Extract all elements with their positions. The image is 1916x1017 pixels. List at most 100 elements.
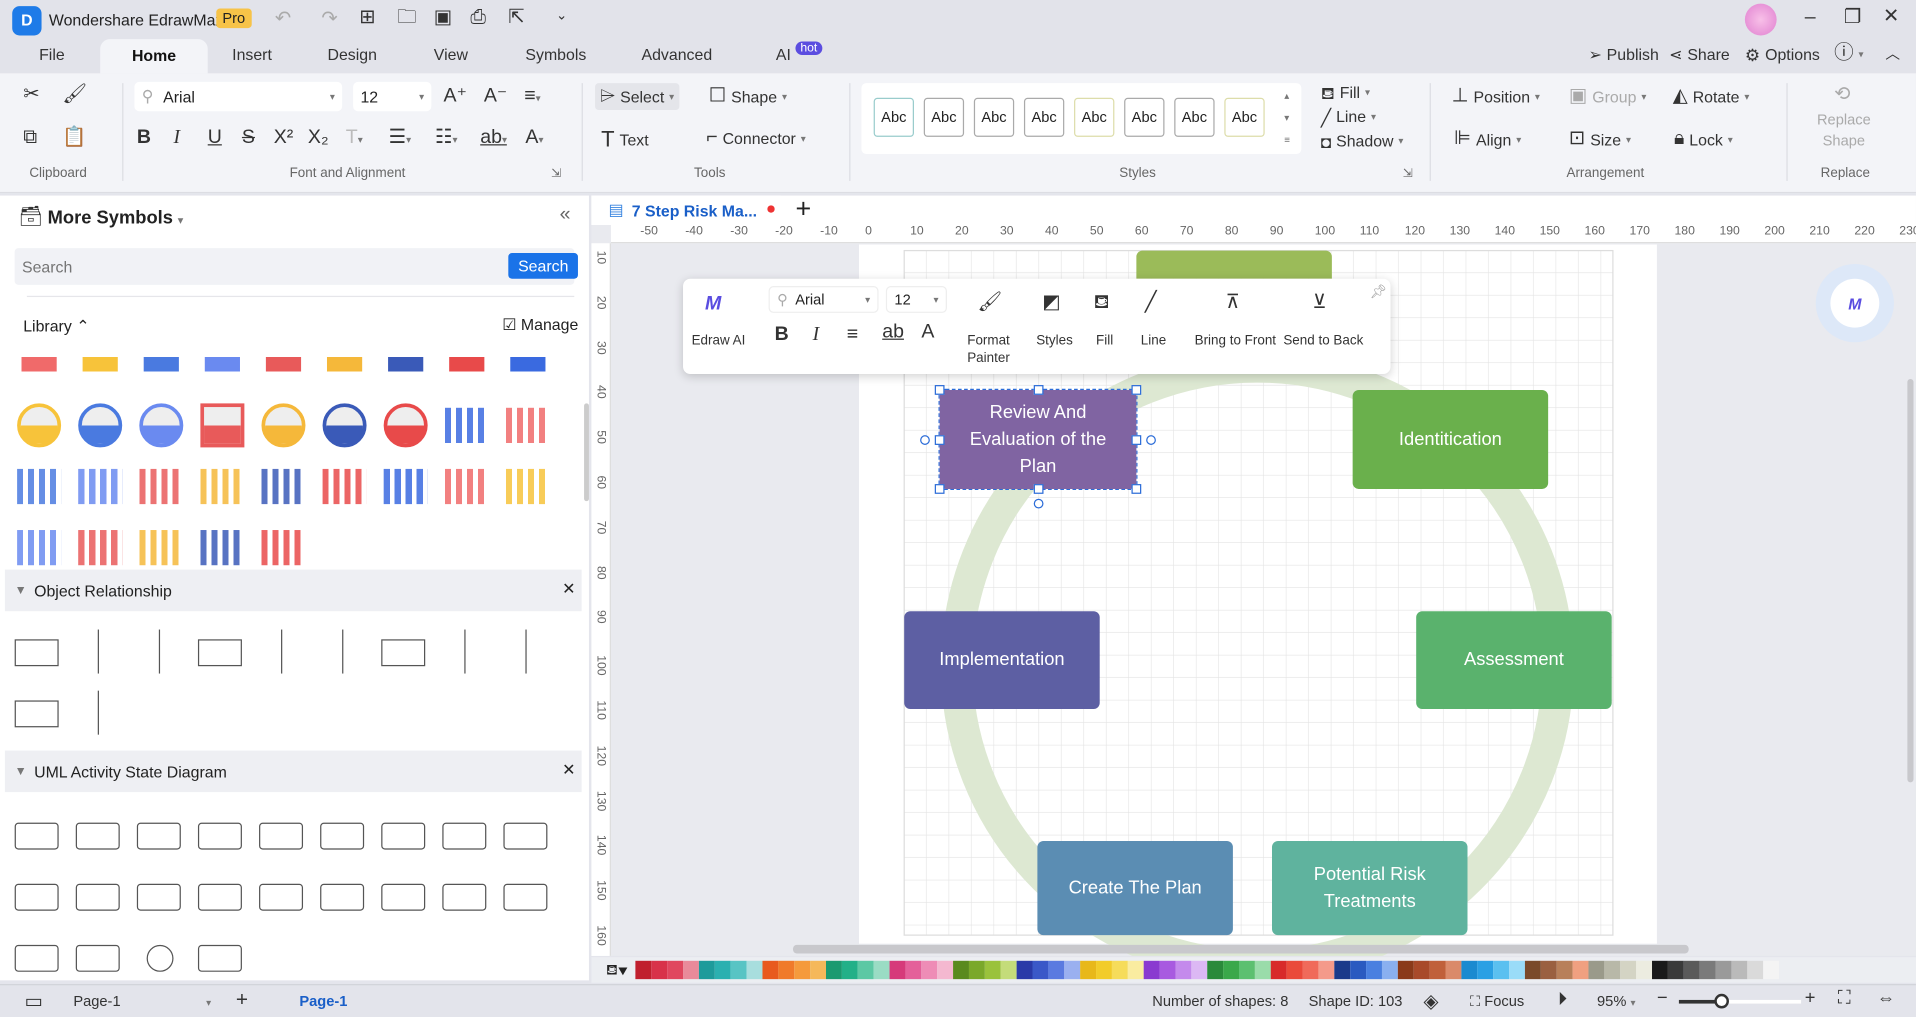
send-to-back-button[interactable]: Send to Back [1282,332,1365,349]
resize-handle[interactable] [1131,484,1142,494]
fit-page-icon[interactable]: ⛶ [1838,988,1851,1009]
fill-button[interactable]: Fill [1086,332,1123,349]
line-icon[interactable]: ╱ [1145,293,1157,313]
color-swatch[interactable] [984,960,1001,980]
color-swatch[interactable] [1270,960,1287,980]
resize-handle[interactable] [934,434,945,445]
uml-symbol[interactable] [75,944,120,972]
connection-point[interactable] [920,434,930,445]
color-swatch[interactable] [1652,960,1668,980]
scroll-up-icon[interactable]: ▴ [1284,90,1289,101]
float-size-select[interactable]: 12 ▾ [885,286,947,313]
redo-icon[interactable]: ↷ [321,9,337,30]
minimize-icon[interactable]: – [1805,8,1816,29]
color-swatch[interactable] [1016,960,1032,980]
library-symbol[interactable] [322,403,367,448]
connector-tool[interactable]: ⌐ Connector ▾ [706,128,805,148]
pin-icon[interactable]: 📌︎ [1370,284,1387,300]
text-tool[interactable]: T Text [601,128,648,150]
style-swatch[interactable]: Abc [973,97,1015,137]
library-symbol[interactable] [326,346,363,382]
color-swatch[interactable] [1239,960,1255,980]
color-swatch[interactable] [1302,960,1318,980]
color-swatch[interactable] [1318,960,1334,980]
group-button[interactable]: ▣ Group ▾ [1569,86,1646,107]
color-swatch[interactable] [778,960,794,980]
style-swatch[interactable]: Abc [923,97,965,137]
tab-ai[interactable]: AI [776,45,791,63]
style-swatch[interactable]: Abc [1023,97,1065,137]
bring-to-front-button[interactable]: Bring to Front [1191,332,1279,349]
color-swatch[interactable] [1556,960,1572,980]
library-symbol[interactable] [17,468,62,505]
search-button[interactable]: Search [508,253,579,279]
resize-handle[interactable] [1033,385,1043,395]
library-symbol[interactable] [322,468,367,505]
line-button[interactable]: Line [1135,332,1172,349]
color-swatch[interactable] [953,960,969,980]
fill-button[interactable]: ⛾ Fill ▾ [1321,83,1370,101]
horizontal-scrollbar[interactable] [793,944,1689,954]
library-symbol[interactable] [139,530,184,566]
share-button[interactable]: ⋖ Share [1669,45,1730,63]
bullets-icon[interactable]: ☷▾ [435,128,457,148]
help-button[interactable]: ⓘ ▾ [1834,43,1863,64]
color-swatch[interactable] [889,960,905,980]
page-tab[interactable]: Page-1 [299,993,347,1010]
copy-icon[interactable]: ⧉ [23,128,37,148]
uml-symbol[interactable] [197,944,242,972]
focus-button[interactable]: ⛶ Focus [1470,993,1524,1011]
color-swatch[interactable] [1159,960,1175,980]
uml-symbol[interactable] [503,822,548,850]
color-swatch[interactable] [1524,960,1541,980]
color-swatch[interactable] [826,960,842,980]
assessment-shape[interactable]: Assessment [1416,611,1612,709]
color-swatch[interactable] [857,960,874,980]
object-relationship-symbol[interactable] [97,690,122,735]
collapse-panel-icon[interactable]: « [560,205,571,225]
color-swatch[interactable] [1032,960,1048,980]
more-styles-icon[interactable]: ≡ [1284,134,1290,145]
connection-point[interactable] [1033,498,1043,509]
collapse-ribbon-icon[interactable]: ︿ [1885,46,1900,61]
float-italic-icon[interactable]: I [813,325,820,345]
bring-to-front-icon[interactable]: ⊼ [1226,293,1240,313]
color-swatch[interactable] [1572,960,1588,980]
print-icon[interactable]: ⎙ [470,8,486,29]
color-swatch[interactable] [1636,960,1652,980]
page-selector[interactable]: Page-1 ▾ [73,993,211,1010]
color-swatch[interactable] [1620,960,1636,980]
line-button[interactable]: ╱ Line ▾ [1321,108,1376,126]
vertical-scrollbar[interactable] [1907,378,1914,783]
uml-symbol[interactable] [75,883,120,911]
review-evaluation-shape[interactable]: Review And Evaluation of the Plan [938,388,1138,491]
color-swatch[interactable] [1731,960,1747,980]
color-swatch[interactable] [1254,960,1271,980]
color-swatch[interactable] [1080,960,1096,980]
color-swatch[interactable] [1127,960,1144,980]
top-step-shape[interactable] [1136,250,1332,279]
resize-handle[interactable] [1033,484,1043,494]
color-swatch[interactable] [937,960,953,980]
color-swatch[interactable] [651,960,667,980]
color-swatch[interactable] [1064,960,1080,980]
align-icon[interactable]: ≡▾ [524,86,540,107]
subscript-icon[interactable]: X₂ [308,128,329,148]
edraw-ai-icon[interactable]: M [705,293,721,315]
uml-symbol[interactable] [320,883,365,911]
tab-home[interactable]: Home [100,39,208,74]
zoom-slider[interactable] [1678,993,1802,1009]
library-symbol[interactable] [510,346,546,382]
zoom-slider-handle[interactable] [1714,993,1729,1009]
library-symbol[interactable] [444,407,489,443]
library-symbol[interactable] [82,346,118,382]
library-symbol[interactable] [261,530,306,566]
object-relationship-symbol[interactable] [525,629,549,674]
color-swatch[interactable] [873,960,889,980]
color-swatch[interactable] [635,960,651,980]
library-symbol[interactable] [200,403,245,448]
close-section-icon[interactable]: ✕ [562,579,575,599]
save-icon[interactable]: ▣ [434,8,452,29]
library-symbol[interactable] [200,468,245,505]
color-swatch[interactable] [1540,960,1557,980]
